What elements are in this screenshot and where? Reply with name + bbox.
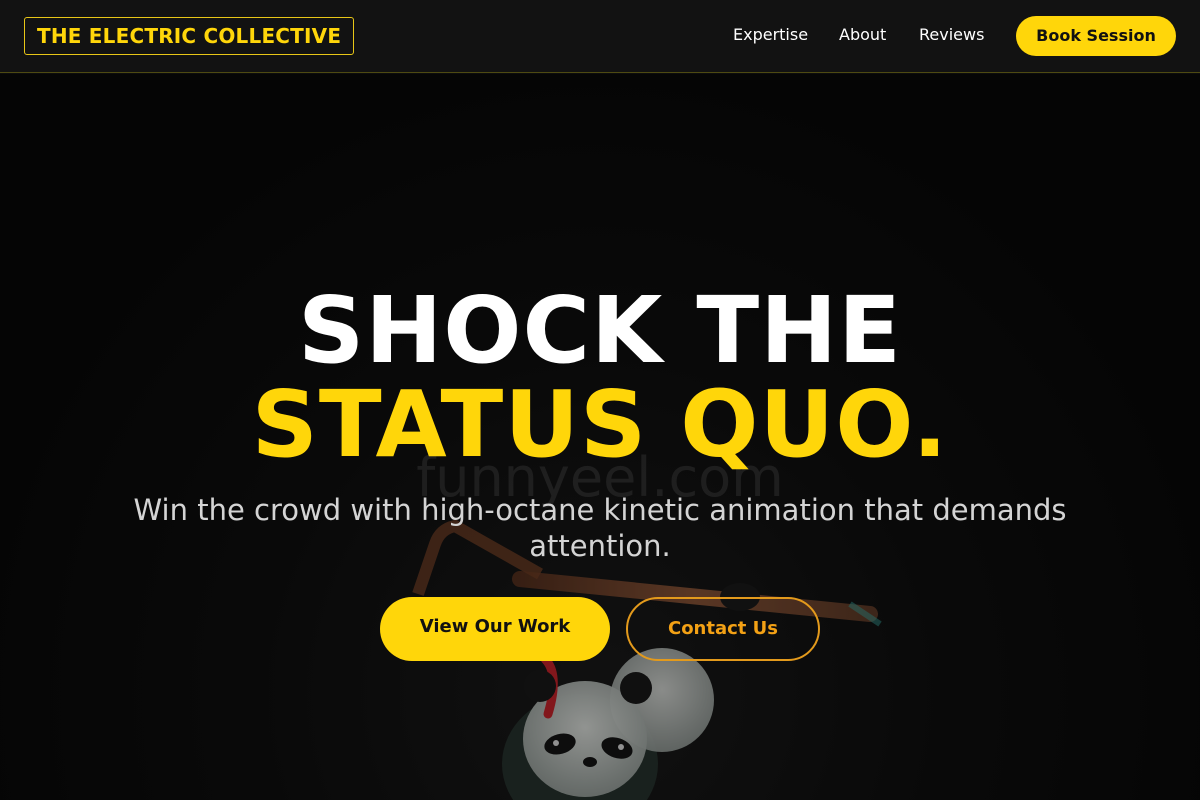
view-our-work-button[interactable]: View Our Work (380, 597, 610, 661)
contact-us-button[interactable]: Contact Us (626, 597, 820, 661)
site-header: THE ELECTRIC COLLECTIVE Expertise About … (0, 0, 1200, 73)
landing-page: THE ELECTRIC COLLECTIVE Expertise About … (0, 0, 1200, 800)
hero-headline-line1: SHOCK THE (298, 277, 902, 384)
book-session-button[interactable]: Book Session (1016, 16, 1176, 56)
hero-subtitle: Win the crowd with high-octane kinetic a… (133, 493, 1067, 563)
nav-link-reviews[interactable]: Reviews (919, 25, 984, 45)
nav-link-about[interactable]: About (839, 25, 886, 45)
nav-link-expertise[interactable]: Expertise (733, 25, 808, 45)
hero-headline-line2: STATUS QUO. (251, 371, 949, 478)
site-logo[interactable]: THE ELECTRIC COLLECTIVE (24, 17, 355, 55)
